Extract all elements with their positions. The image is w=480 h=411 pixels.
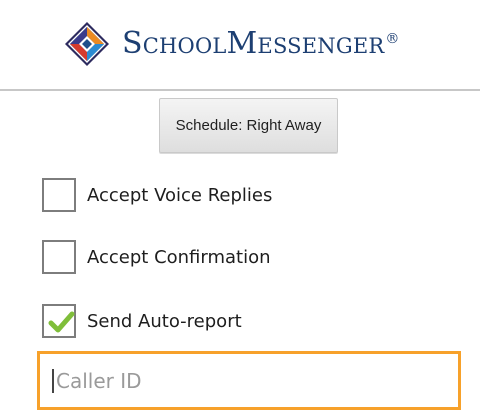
send-auto-report-checkbox[interactable] [42, 304, 76, 338]
schoolmessenger-logo-icon [65, 22, 109, 66]
accept-voice-replies-checkbox[interactable] [42, 178, 76, 212]
brand-name: SchoolMessenger ® [122, 29, 400, 59]
caller-id-input[interactable] [56, 362, 451, 399]
text-caret [52, 368, 54, 393]
brand-name-text: SchoolMessenger [122, 26, 385, 61]
accept-voice-replies-label: Accept Voice Replies [87, 184, 273, 206]
brand-logo: SchoolMessenger ® [64, 21, 400, 67]
accept-voice-replies-option[interactable]: Accept Voice Replies [42, 176, 452, 214]
check-icon [48, 311, 75, 333]
accept-confirmation-label: Accept Confirmation [87, 246, 271, 268]
header-divider [0, 89, 480, 91]
caller-id-field[interactable] [37, 351, 461, 410]
send-auto-report-option[interactable]: Send Auto-report [42, 302, 452, 340]
registered-mark: ® [385, 31, 400, 47]
accept-confirmation-checkbox[interactable] [42, 240, 76, 274]
app-header: SchoolMessenger ® [0, 0, 480, 91]
schedule-button[interactable]: Schedule: Right Away [159, 98, 338, 153]
send-auto-report-label: Send Auto-report [87, 310, 242, 332]
accept-confirmation-option[interactable]: Accept Confirmation [42, 238, 452, 276]
